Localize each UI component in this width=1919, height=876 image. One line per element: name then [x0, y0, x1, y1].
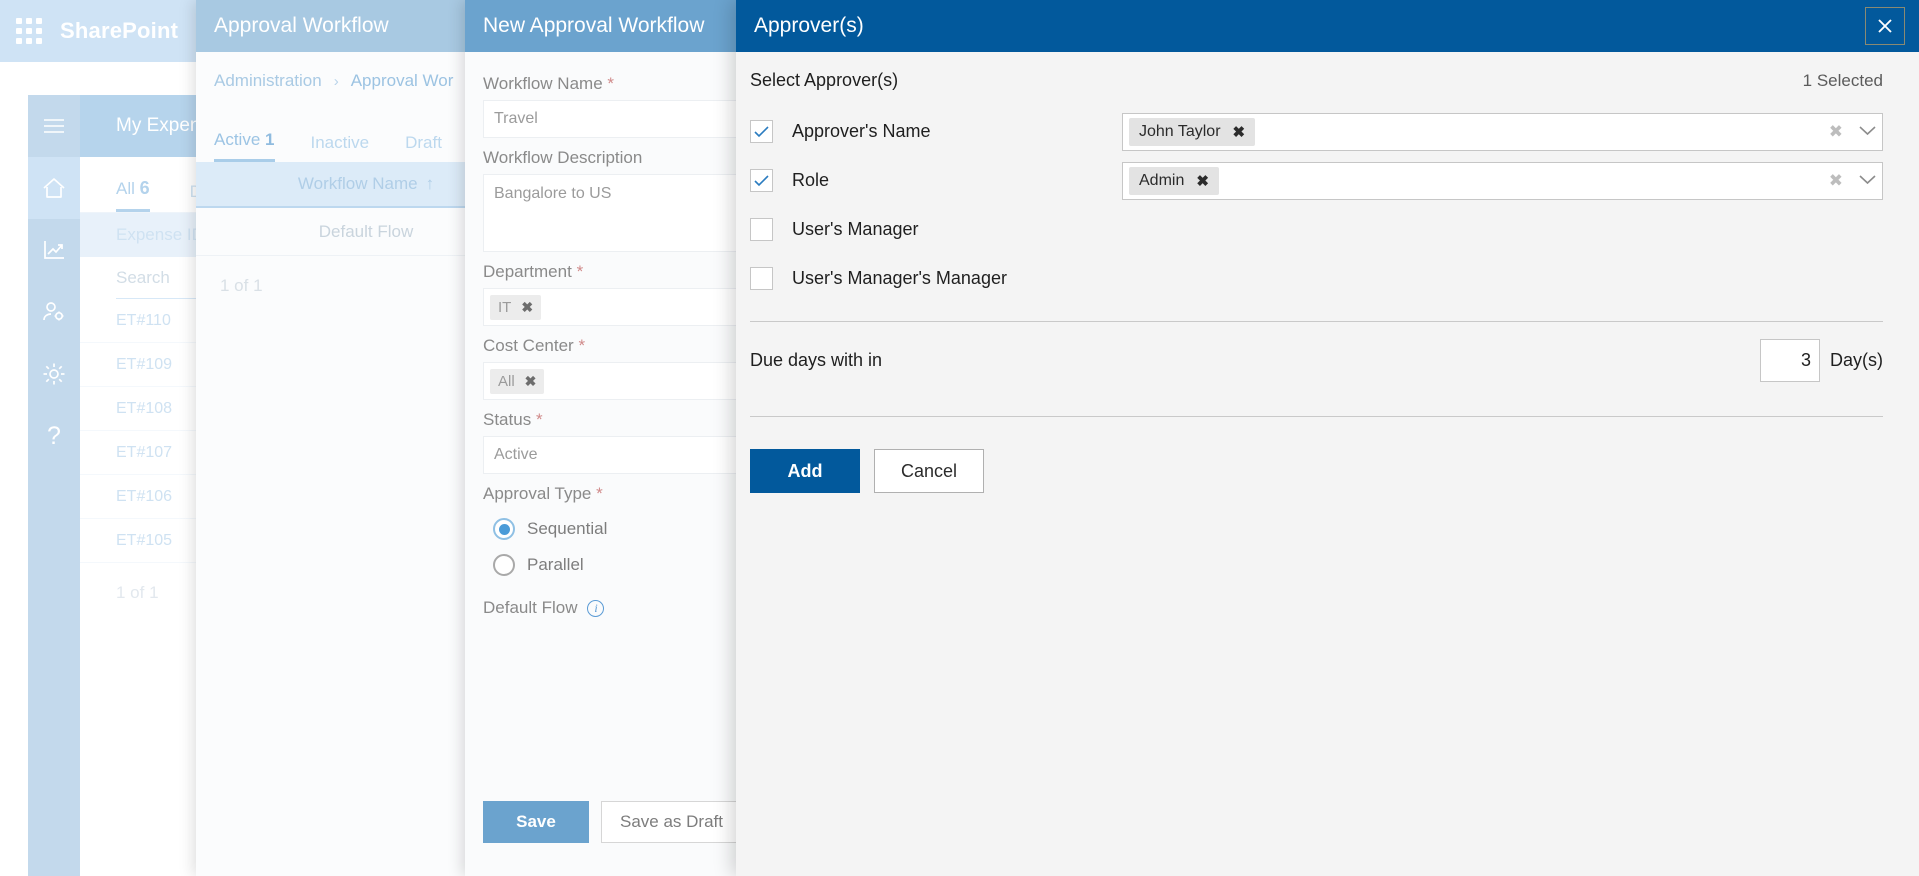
- chevron-down-icon[interactable]: [1859, 123, 1876, 141]
- new-workflow-actions: Save Save as Draft: [483, 801, 742, 843]
- checkbox-users-managers-manager[interactable]: [750, 267, 773, 290]
- tab-active-count: 1: [265, 130, 275, 149]
- tab-inactive[interactable]: Inactive: [311, 133, 370, 162]
- tab-active-label: Active: [214, 130, 261, 149]
- role-chip-label: Admin: [1139, 171, 1185, 189]
- default-flow-label: Default Flow: [483, 598, 578, 617]
- workflow-name-value: Travel: [494, 110, 538, 127]
- approver-row-label: Approver's Name: [792, 121, 931, 141]
- required-marker: *: [596, 484, 603, 503]
- department-chip: IT ✖: [490, 294, 542, 320]
- due-days-label: Due days with in: [750, 349, 883, 370]
- approver-row-label: User's Manager: [792, 219, 919, 239]
- cost-center-text: Cost Center: [483, 336, 574, 355]
- cost-center-chip-label: All: [498, 372, 515, 390]
- approvers-panel-header: Approver(s): [736, 0, 1919, 52]
- role-token-input[interactable]: Admin ✖ ✖: [1122, 161, 1883, 200]
- user-settings-icon[interactable]: [28, 281, 80, 343]
- chip-remove-icon[interactable]: ✖: [1196, 172, 1209, 190]
- approver-row-approvers-name: Approver's Name John Taylor ✖ ✖: [750, 107, 1883, 156]
- left-rail: ?: [28, 95, 80, 876]
- department-chip-label: IT: [498, 298, 512, 316]
- chip-remove-icon[interactable]: ✖: [521, 299, 533, 316]
- app-launcher-icon[interactable]: [14, 16, 44, 46]
- checkbox-role[interactable]: [750, 169, 773, 192]
- radio-sequential-icon: [493, 518, 515, 540]
- approver-row-role: Role Admin ✖ ✖: [750, 156, 1883, 205]
- help-icon[interactable]: ?: [28, 405, 80, 467]
- department-text: Department: [483, 262, 572, 281]
- approver-row-users-manager: User's Manager: [750, 205, 1883, 254]
- breadcrumb-current: Approval Wor: [350, 71, 454, 90]
- approver-options-list: Approver's Name John Taylor ✖ ✖ Role Adm…: [750, 107, 1883, 303]
- checkbox-users-manager[interactable]: [750, 218, 773, 241]
- gear-icon[interactable]: [28, 343, 80, 405]
- radio-sequential-label: Sequential: [527, 519, 608, 538]
- required-marker: *: [578, 336, 586, 355]
- breadcrumb-separator-icon: ›: [333, 72, 339, 90]
- required-marker: *: [607, 74, 615, 93]
- tab-all[interactable]: All 6: [116, 178, 150, 212]
- approval-type-text: Approval Type: [483, 484, 592, 503]
- analytics-icon[interactable]: [28, 219, 80, 281]
- clear-icon[interactable]: ✖: [1829, 171, 1843, 191]
- tab-draft[interactable]: Draft: [405, 133, 442, 162]
- approver-row-label: User's Manager's Manager: [792, 268, 1007, 288]
- add-button[interactable]: Add: [750, 449, 860, 493]
- workflow-name-label: Workflow Name: [297, 174, 418, 193]
- approver-chip-label: John Taylor: [1139, 122, 1221, 140]
- approvers-panel-title: Approver(s): [754, 14, 864, 37]
- checkbox-approvers-name[interactable]: [750, 120, 773, 143]
- tab-all-count: 6: [139, 178, 150, 198]
- required-marker: *: [535, 410, 543, 429]
- cancel-button[interactable]: Cancel: [874, 449, 984, 493]
- due-days-row: Due days with in 3 Day(s): [750, 322, 1883, 398]
- approvers-panel-body: Select Approver(s) 1 Selected Approver's…: [736, 52, 1919, 493]
- divider-bottom: [750, 416, 1883, 417]
- save-button[interactable]: Save: [483, 801, 589, 843]
- approver-row-users-managers-manager: User's Manager's Manager: [750, 254, 1883, 303]
- close-icon[interactable]: [1865, 7, 1905, 45]
- due-days-input[interactable]: 3: [1760, 338, 1820, 382]
- status-value: Active: [494, 446, 538, 463]
- sort-arrow-icon: ↑: [425, 174, 435, 193]
- save-as-draft-button[interactable]: Save as Draft: [601, 801, 742, 843]
- breadcrumb-root[interactable]: Administration: [214, 71, 322, 91]
- radio-parallel-icon: [493, 554, 515, 576]
- tab-all-label: All: [116, 179, 135, 198]
- sharepoint-brand[interactable]: SharePoint: [60, 18, 178, 44]
- selected-count: 1 Selected: [1802, 71, 1883, 90]
- approver-row-label: Role: [792, 170, 830, 190]
- due-days-unit: Day(s): [1830, 349, 1883, 370]
- status-text: Status: [483, 410, 532, 429]
- cost-center-chip: All ✖: [490, 368, 545, 394]
- home-icon[interactable]: [28, 157, 80, 219]
- approvers-actions: Add Cancel: [750, 449, 1883, 493]
- chip-remove-icon[interactable]: ✖: [525, 373, 537, 390]
- select-approvers-heading: Select Approver(s): [750, 70, 899, 90]
- expense-id-label: Expense ID: [116, 225, 204, 244]
- role-chip: Admin ✖: [1129, 166, 1219, 195]
- approvers-header-row: Select Approver(s) 1 Selected: [750, 70, 1883, 91]
- info-icon[interactable]: i: [587, 599, 605, 617]
- chevron-down-icon[interactable]: [1859, 172, 1876, 190]
- required-marker: *: [576, 262, 584, 281]
- workflow-description-value: Bangalore to US: [494, 185, 612, 202]
- approvers-name-token-input[interactable]: John Taylor ✖ ✖: [1122, 112, 1883, 151]
- expense-search-placeholder: Search: [116, 267, 170, 287]
- radio-parallel-label: Parallel: [527, 555, 584, 574]
- tab-active[interactable]: Active 1: [214, 130, 275, 162]
- approvers-panel: Approver(s) Select Approver(s) 1 Selecte…: [736, 0, 1919, 876]
- chip-remove-icon[interactable]: ✖: [1233, 123, 1246, 141]
- clear-icon[interactable]: ✖: [1829, 122, 1843, 142]
- approver-chip: John Taylor ✖: [1129, 117, 1256, 146]
- workflow-name-text: Workflow Name: [483, 74, 603, 93]
- hamburger-icon[interactable]: [28, 95, 80, 157]
- screen: SharePoint ? My Expenses All 6 Expense I…: [0, 0, 1919, 876]
